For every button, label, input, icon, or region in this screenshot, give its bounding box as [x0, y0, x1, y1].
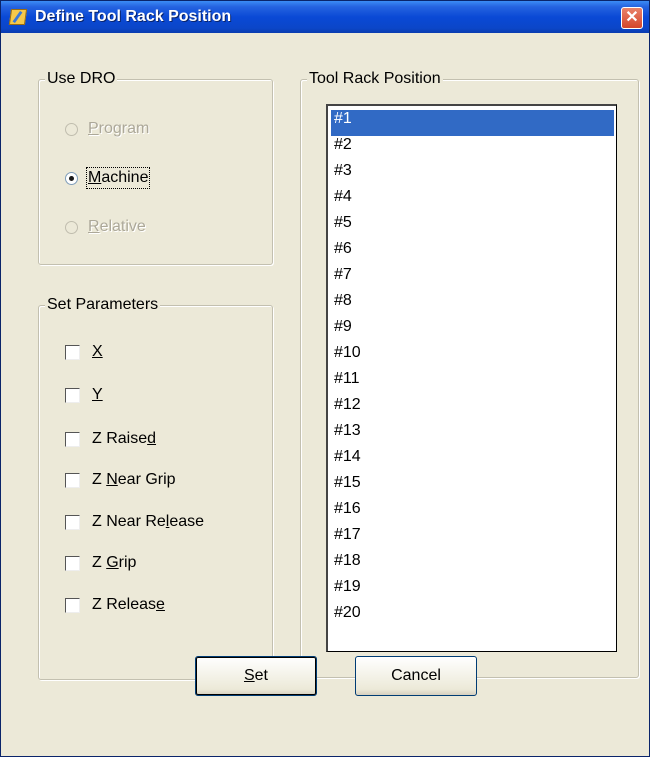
list-item[interactable]: #4: [331, 188, 614, 214]
dialog-body: Use DRO Program Machine Relative Set Par…: [4, 33, 646, 755]
title-bar[interactable]: Define Tool Rack Position ✕: [1, 1, 649, 33]
list-item[interactable]: #16: [331, 500, 614, 526]
radio-relative-label: Relative: [88, 218, 146, 235]
list-item[interactable]: #13: [331, 422, 614, 448]
list-item[interactable]: #12: [331, 396, 614, 422]
checkbox-x[interactable]: X: [65, 341, 103, 363]
app-icon: [8, 9, 28, 25]
radio-relative-indicator[interactable]: [65, 220, 78, 234]
checkbox-z-near-grip[interactable]: Z Near Grip: [65, 469, 176, 491]
list-item[interactable]: #17: [331, 526, 614, 552]
checkbox-y-label: Y: [92, 386, 103, 403]
checkbox-z-grip[interactable]: Z Grip: [65, 552, 136, 574]
list-item[interactable]: #19: [331, 578, 614, 604]
radio-machine[interactable]: Machine: [65, 167, 151, 189]
checkbox-z-grip-label: Z Grip: [92, 554, 137, 571]
cancel-button[interactable]: Cancel: [355, 656, 477, 696]
checkbox-z-raised-box[interactable]: [65, 431, 80, 447]
list-item[interactable]: #14: [331, 448, 614, 474]
list-item[interactable]: #15: [331, 474, 614, 500]
set-parameters-legend: Set Parameters: [45, 296, 161, 314]
checkbox-z-grip-box[interactable]: [65, 555, 80, 571]
tool-rack-legend: Tool Rack Position: [307, 70, 443, 88]
checkbox-z-release-box[interactable]: [65, 597, 80, 613]
checkbox-z-release[interactable]: Z Release: [65, 594, 165, 616]
radio-program-indicator[interactable]: [65, 122, 78, 136]
list-item[interactable]: #3: [331, 162, 614, 188]
radio-machine-indicator[interactable]: [65, 171, 78, 185]
checkbox-y[interactable]: Y: [65, 384, 103, 406]
list-item[interactable]: #20: [331, 604, 614, 630]
list-item[interactable]: #18: [331, 552, 614, 578]
set-button[interactable]: Set: [195, 656, 317, 696]
list-item[interactable]: #10: [331, 344, 614, 370]
radio-program-label: Program: [88, 120, 150, 137]
checkbox-z-near-grip-label: Z Near Grip: [92, 471, 176, 488]
window-title: Define Tool Rack Position: [35, 8, 232, 25]
use-dro-group: Use DRO Program Machine Relative: [38, 70, 273, 265]
radio-machine-label: Machine: [85, 167, 151, 189]
list-item[interactable]: #1: [331, 110, 614, 136]
checkbox-z-near-grip-box[interactable]: [65, 472, 80, 488]
list-item[interactable]: #5: [331, 214, 614, 240]
list-item[interactable]: #11: [331, 370, 614, 396]
use-dro-legend: Use DRO: [45, 70, 118, 88]
checkbox-x-label: X: [92, 343, 103, 360]
radio-program[interactable]: Program: [65, 118, 149, 140]
define-tool-rack-dialog: Define Tool Rack Position ✕ Use DRO Prog…: [0, 0, 650, 757]
list-item[interactable]: #7: [331, 266, 614, 292]
list-item[interactable]: #6: [331, 240, 614, 266]
list-item[interactable]: #8: [331, 292, 614, 318]
checkbox-z-near-release-label: Z Near Release: [92, 513, 205, 530]
checkbox-y-box[interactable]: [65, 387, 80, 403]
checkbox-z-near-release-box[interactable]: [65, 514, 80, 530]
tool-rack-listbox[interactable]: #1 #2 #3 #4 #5 #6 #7 #8 #9 #10 #11 #12 #…: [326, 104, 617, 652]
checkbox-z-raised[interactable]: Z Raised: [65, 428, 156, 450]
checkbox-z-release-label: Z Release: [92, 596, 165, 613]
set-parameters-group: Set Parameters X Y Z Raised Z Near Grip …: [38, 296, 273, 680]
list-item[interactable]: #2: [331, 136, 614, 162]
checkbox-z-raised-label: Z Raised: [92, 430, 157, 447]
checkbox-z-near-release[interactable]: Z Near Release: [65, 511, 204, 533]
close-button[interactable]: ✕: [621, 7, 643, 29]
radio-relative[interactable]: Relative: [65, 216, 146, 238]
list-item[interactable]: #9: [331, 318, 614, 344]
checkbox-x-box[interactable]: [65, 344, 80, 360]
